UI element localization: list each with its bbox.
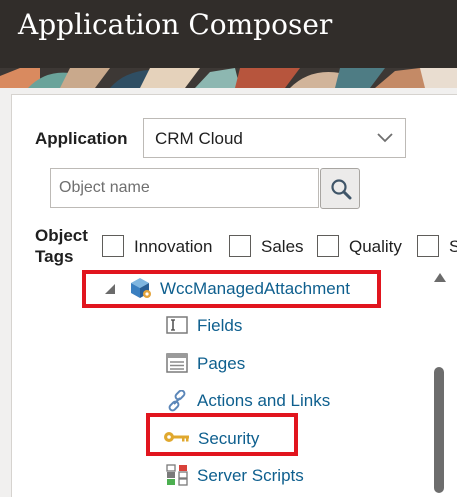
tag-label-sales: Sales bbox=[261, 237, 304, 256]
object-tags-label-line1: Object bbox=[35, 226, 88, 245]
tree-item-fields[interactable]: Fields bbox=[197, 316, 242, 336]
scrollbar-thumb[interactable] bbox=[434, 367, 444, 493]
tag-label-innovation: Innovation bbox=[134, 237, 213, 256]
tree-item-actions-and-links[interactable]: Actions and Links bbox=[197, 391, 330, 411]
fields-icon bbox=[166, 316, 188, 339]
object-name-search-input[interactable] bbox=[50, 168, 319, 208]
app-header: Application Composer bbox=[0, 0, 457, 68]
tree-item-wccmanagedattachment[interactable]: WccManagedAttachment bbox=[160, 279, 350, 299]
tag-checkbox-s[interactable] bbox=[417, 235, 439, 257]
pages-icon bbox=[166, 353, 188, 378]
header-banner-decoration bbox=[0, 68, 457, 88]
tree-item-server-scripts[interactable]: Server Scripts bbox=[197, 466, 304, 486]
search-icon bbox=[331, 179, 352, 200]
object-cube-icon bbox=[128, 276, 152, 305]
page-title: Application Composer bbox=[18, 8, 333, 41]
chevron-down-icon bbox=[377, 131, 393, 149]
server-scripts-icon bbox=[166, 464, 188, 491]
tag-checkbox-quality[interactable] bbox=[317, 235, 339, 257]
key-icon bbox=[163, 430, 191, 449]
tag-checkbox-innovation[interactable] bbox=[102, 235, 124, 257]
tree-scrollbar[interactable] bbox=[431, 267, 449, 496]
scroll-up-arrow-icon[interactable] bbox=[434, 273, 446, 282]
tag-checkbox-sales[interactable] bbox=[229, 235, 251, 257]
tag-label-quality: Quality bbox=[349, 237, 402, 256]
search-button[interactable] bbox=[320, 168, 360, 209]
application-label: Application bbox=[35, 129, 128, 148]
tag-label-s: S bbox=[449, 237, 457, 256]
application-select[interactable]: CRM Cloud bbox=[143, 118, 406, 158]
collapse-triangle-icon[interactable] bbox=[104, 282, 116, 300]
object-tags-label-line2: Tags bbox=[35, 247, 74, 266]
tree-item-pages[interactable]: Pages bbox=[197, 354, 245, 374]
tree-item-security[interactable]: Security bbox=[198, 429, 259, 449]
application-select-value: CRM Cloud bbox=[155, 129, 243, 148]
